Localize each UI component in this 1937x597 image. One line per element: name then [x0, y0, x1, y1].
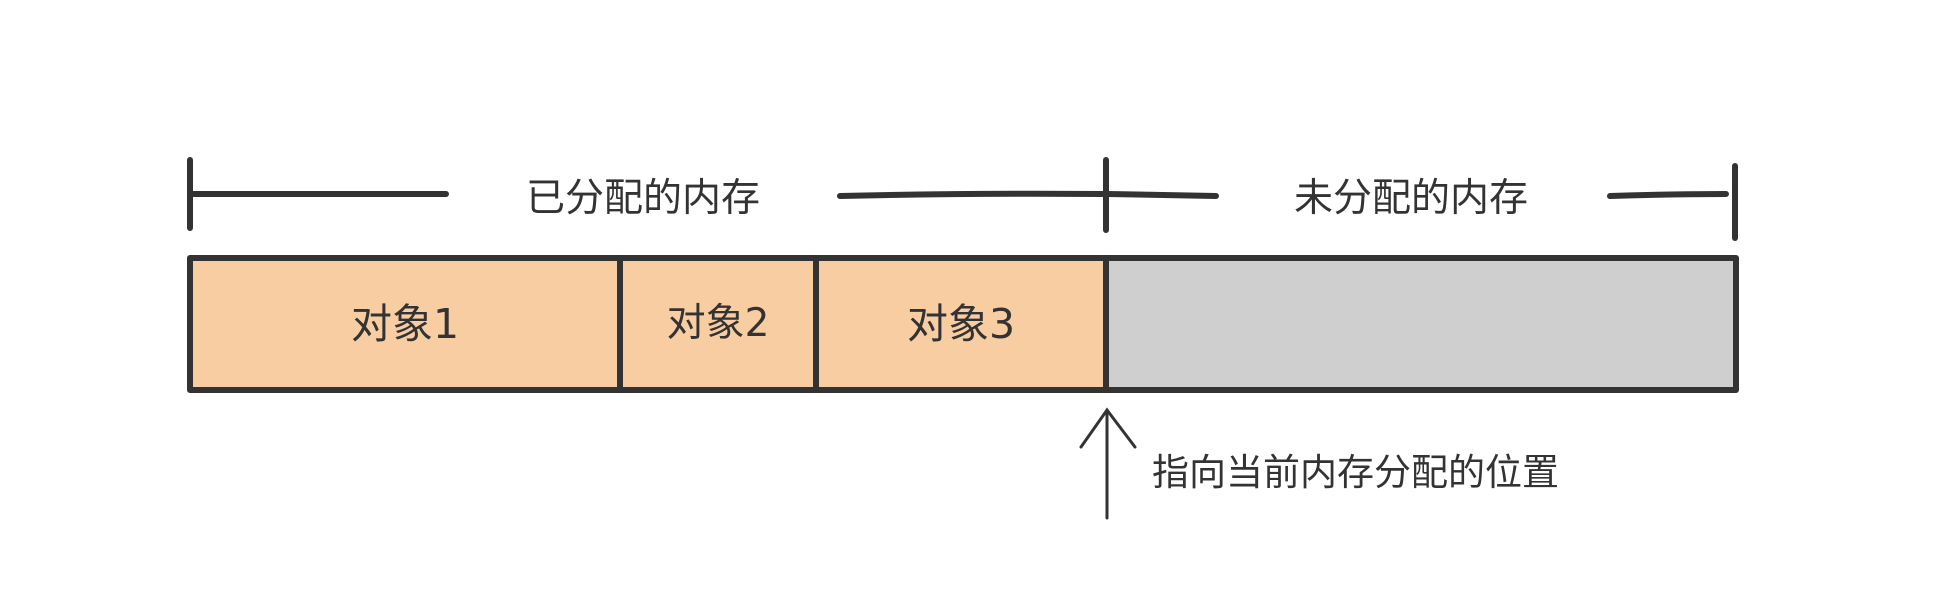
allocated-bracket-right-line: [837, 190, 1107, 199]
object-label-2: 对象2: [667, 301, 770, 346]
unallocated-bracket-right-line: [1607, 191, 1729, 199]
pointer-label: 指向当前内存分配的位置: [1152, 451, 1559, 494]
allocation-pointer-arrow: [1079, 407, 1137, 520]
object-label-3: 对象3: [907, 300, 1015, 348]
object-label-1: 对象1: [351, 300, 459, 348]
unallocated-memory-label: 未分配的内存: [1294, 176, 1528, 221]
unallocated-bracket-left-line: [1105, 191, 1219, 199]
unallocated-block: [1103, 255, 1739, 393]
memory-allocation-diagram: 已分配的内存 未分配的内存 对象1 对象2 对象3 指向当前内存分配的位置: [187, 157, 1739, 520]
allocated-memory-label: 已分配的内存: [526, 176, 760, 221]
